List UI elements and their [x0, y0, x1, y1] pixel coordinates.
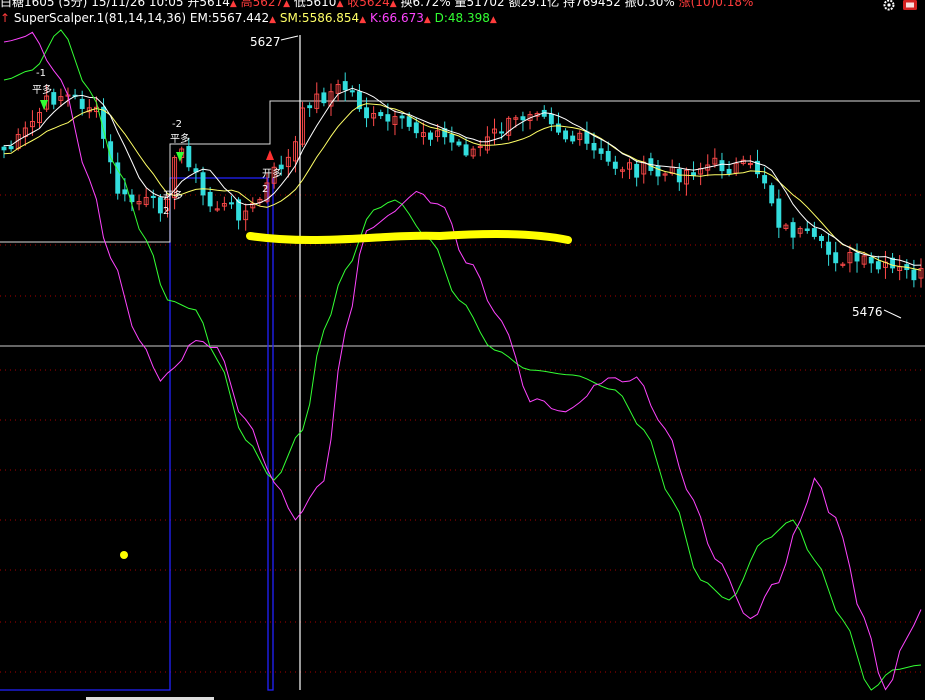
candle-0 [1, 146, 7, 151]
candle-43 [307, 105, 313, 109]
signal-marker-text-1: 平多 [32, 83, 52, 96]
candle-82 [584, 131, 590, 144]
candle-123 [875, 261, 881, 270]
candle-49 [349, 90, 355, 93]
candle-21 [150, 195, 156, 199]
candle-84 [598, 148, 604, 154]
candle-29 [207, 191, 213, 207]
yellow-highlight-stroke [246, 229, 572, 245]
candle-17 [122, 189, 128, 195]
candle-83 [591, 142, 597, 151]
k-line [3, 31, 922, 691]
signal-marker-text-2: -2 [172, 119, 182, 130]
candle-64 [456, 141, 462, 146]
candle-95 [676, 168, 682, 183]
candle-113 [804, 228, 810, 231]
chart-canvas: 5627 5476 -1 平多 -2 平多开多 2 开多 2 [0, 29, 925, 700]
candle-77 [548, 113, 554, 125]
candle-107 [762, 175, 768, 184]
signal-marker-text-6: 开多 [262, 167, 282, 180]
low-leader-line [883, 309, 902, 319]
candle-57 [406, 116, 412, 127]
signal-marker-text-4: 开多 [163, 189, 183, 202]
candle-111 [790, 222, 796, 238]
candle-63 [449, 134, 455, 143]
stop-level-line [0, 100, 920, 243]
signal-up-arrow-icon [266, 150, 274, 160]
candle-7 [51, 92, 57, 105]
signal-down-arrow-icon-2 [176, 152, 184, 162]
candle-45 [321, 92, 327, 104]
signal-marker-text-0: -1 [36, 68, 46, 79]
candle-117 [833, 252, 839, 264]
candle-11 [79, 98, 85, 109]
candle-122 [868, 256, 874, 264]
yellow-dot [120, 551, 128, 559]
low-price-label: 5476 [852, 305, 883, 319]
candle-54 [385, 114, 391, 122]
candle-108 [769, 185, 775, 204]
signal-marker-text-5: 2 [163, 206, 169, 217]
candle-80 [570, 135, 576, 142]
candle-109 [776, 198, 782, 228]
candle-101 [719, 160, 725, 172]
candle-65 [463, 144, 469, 156]
candle-73 [520, 116, 526, 121]
signal-marker-text-3: 平多 [170, 132, 190, 145]
candle-51 [364, 107, 369, 119]
candle-58 [413, 122, 419, 134]
candle-120 [854, 252, 860, 262]
candle-70 [499, 131, 505, 134]
candle-86 [612, 161, 618, 169]
candle-128 [911, 269, 917, 281]
high-leader-line [280, 35, 299, 41]
sm-line [3, 103, 922, 271]
candle-53 [378, 112, 384, 117]
candle-26 [186, 146, 192, 168]
position-step-line [0, 177, 274, 691]
candle-116 [826, 241, 832, 255]
candle-85 [605, 150, 611, 162]
candle-56 [399, 115, 405, 119]
signal-marker-text-7: 2 [262, 184, 268, 195]
candle-48 [342, 81, 348, 91]
candle-60 [428, 132, 433, 140]
candle-28 [200, 172, 206, 196]
candle-22 [157, 197, 163, 214]
d-line [3, 29, 922, 691]
high-price-label: 5627 [250, 35, 281, 49]
candle-32 [229, 202, 234, 205]
candle-89 [634, 163, 640, 178]
candle-115 [819, 235, 824, 241]
candle-1 [8, 146, 14, 150]
candle-102 [726, 168, 732, 174]
candle-114 [811, 228, 817, 237]
candle-79 [563, 130, 569, 140]
